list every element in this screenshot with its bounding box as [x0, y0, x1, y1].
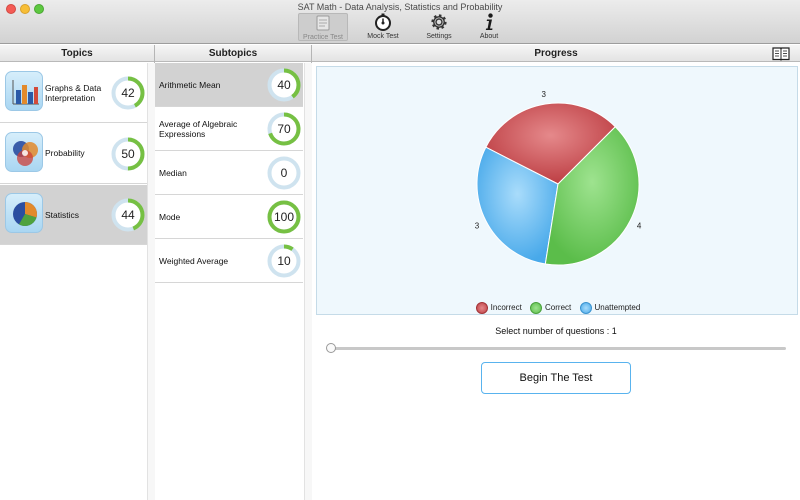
score-ring: 0 [267, 156, 301, 190]
legend-swatch [579, 302, 592, 314]
subtopic-item-mode[interactable]: Mode 100 [155, 195, 303, 239]
practice-test-icon [316, 15, 330, 31]
toolbar-practice-test[interactable]: Practice Test [298, 13, 348, 41]
toolbar-practice-test-label: Practice Test [303, 34, 343, 41]
legend-item-unattempted: Unattempted [579, 302, 641, 314]
bar-chart-icon [5, 71, 43, 111]
subtopics-header: Subtopics [155, 45, 311, 62]
pie-label-incorrect: 3 [542, 90, 547, 99]
stopwatch-icon [375, 13, 391, 31]
slider-knob[interactable] [326, 343, 336, 353]
progress-panel: Progress 3 3 4 Incorrect Correct Unattempt… [312, 45, 800, 500]
topic-item-statistics[interactable]: Statistics 44 [0, 185, 147, 245]
window-title: SAT Math - Data Analysis, Statistics and… [297, 2, 503, 12]
topic-item-graphs[interactable]: Graphs & Data Interpretation 42 [0, 63, 147, 123]
subtopic-item-weighted-average[interactable]: Weighted Average 10 [155, 239, 303, 283]
legend-item-incorrect: Incorrect [475, 302, 522, 314]
begin-test-button[interactable]: Begin The Test [481, 362, 631, 394]
score-ring: 70 [267, 112, 301, 146]
score-value: 100 [273, 210, 295, 224]
score-ring: 42 [111, 76, 145, 110]
venn-diagram-icon [5, 132, 43, 172]
legend-swatch [475, 302, 488, 314]
topics-scrollbar[interactable] [147, 63, 155, 500]
pie-label-correct: 4 [637, 221, 642, 230]
subtopic-item-average-algebraic[interactable]: Average of Algebraic Expressions 70 [155, 107, 303, 151]
topic-label: Probability [45, 148, 85, 158]
toolbar-mock-test[interactable]: Mock Test [358, 13, 408, 41]
legend-swatch [530, 302, 543, 314]
score-ring: 10 [267, 244, 301, 278]
legend-label: Unattempted [594, 303, 641, 313]
pie-label-unattempted: 3 [475, 221, 480, 230]
gear-icon [431, 14, 447, 30]
legend-item-correct: Correct [530, 302, 571, 314]
subtopic-label: Median [159, 168, 187, 178]
subtopic-item-arithmetic-mean[interactable]: Arithmetic Mean 40 [155, 63, 303, 107]
progress-header: Progress [312, 45, 800, 62]
question-count-label: Select number of questions : 1 [495, 326, 617, 336]
subtopic-label: Arithmetic Mean [159, 80, 221, 90]
score-value: 42 [121, 86, 135, 100]
score-value: 40 [277, 78, 291, 92]
score-ring: 40 [267, 68, 301, 102]
subtopics-scrollbar[interactable] [304, 63, 312, 500]
score-ring: 100 [267, 200, 301, 234]
book-icon[interactable] [772, 46, 790, 61]
subtopics-panel: Subtopics Arithmetic Mean 40 Average of … [155, 45, 312, 500]
toolbar-mock-test-label: Mock Test [367, 33, 399, 40]
pie-chart-icon [5, 193, 43, 233]
topic-label: Graphs & Data Interpretation [45, 83, 102, 103]
topics-panel: Topics Graphs & Data Interpretation 42 P… [0, 45, 155, 500]
toolbar-about-label: About [479, 33, 499, 40]
topic-item-probability[interactable]: Probability 50 [0, 124, 147, 184]
subtopic-label: Weighted Average [159, 256, 229, 266]
progress-title: Progress [534, 48, 578, 59]
score-value: 44 [121, 208, 135, 222]
score-ring: 50 [111, 137, 145, 171]
subtopic-label: Average of Algebraic Expressions [159, 119, 238, 139]
score-ring: 44 [111, 198, 145, 232]
score-value: 70 [277, 122, 291, 136]
topic-label: Statistics [45, 210, 80, 220]
score-value: 50 [121, 147, 135, 161]
subtopic-label: Mode [159, 212, 181, 222]
score-value: 0 [280, 166, 288, 180]
toolbar-about[interactable]: About [464, 13, 514, 41]
window-toolbar: SAT Math - Data Analysis, Statistics and… [0, 0, 800, 44]
topics-header: Topics [0, 45, 154, 62]
legend-label: Correct [545, 303, 572, 313]
toolbar-settings-label: Settings [426, 33, 452, 40]
toolbar-settings[interactable]: Settings [414, 13, 464, 41]
chart-legend: Incorrect Correct Unattempted [317, 302, 799, 314]
pie-chart: 3 3 4 [475, 90, 642, 266]
subtopic-item-median[interactable]: Median 0 [155, 151, 303, 195]
progress-chart: 3 3 4 Incorrect Correct Unattempted [316, 66, 798, 315]
legend-label: Incorrect [490, 303, 522, 313]
question-count-slider[interactable] [329, 347, 786, 350]
score-value: 10 [277, 254, 291, 268]
info-icon [485, 13, 493, 30]
